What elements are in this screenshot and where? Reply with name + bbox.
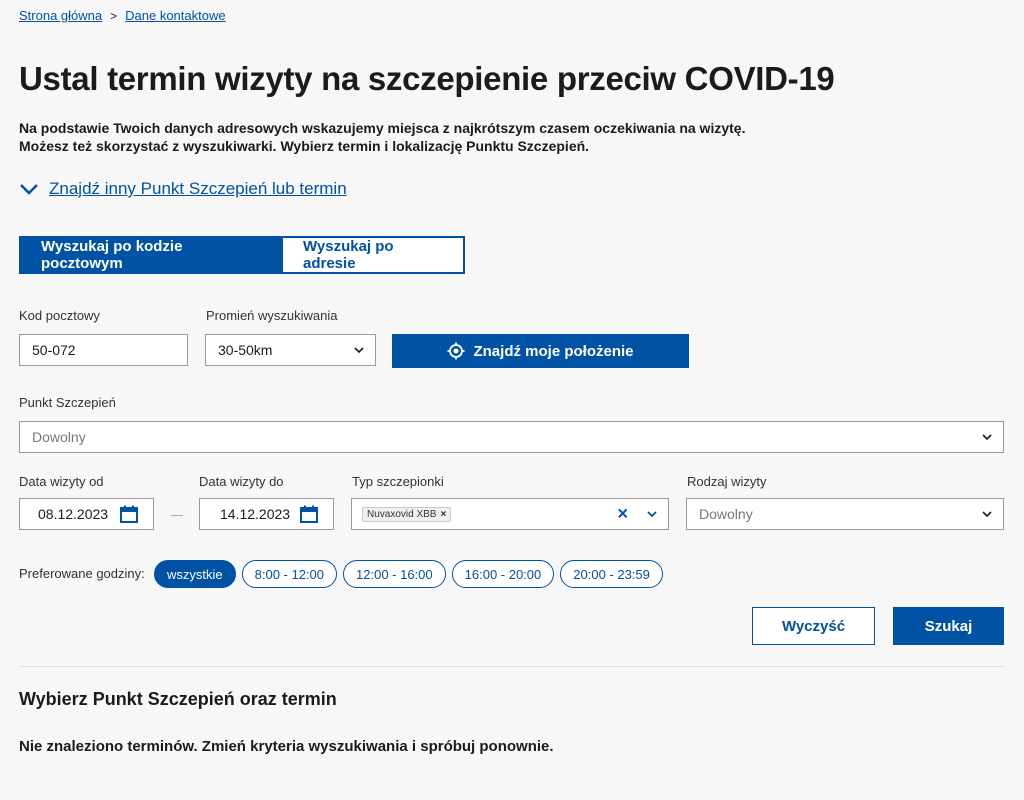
hours-chip-12-16[interactable]: 12:00 - 16:00 <box>343 560 446 588</box>
breadcrumb-home-link[interactable]: Strona główna <box>19 8 102 23</box>
find-my-location-label: Znajdź moje położenie <box>473 342 634 360</box>
date-range-separator <box>171 515 183 516</box>
intro-line-2: Możesz też skorzystać z wyszukiwarki. Wy… <box>19 138 590 154</box>
calendar-icon[interactable] <box>299 504 319 524</box>
calendar-icon[interactable] <box>119 504 139 524</box>
chevron-down-icon[interactable] <box>646 508 658 520</box>
location-target-icon <box>447 342 465 360</box>
radius-select[interactable]: 30-50km <box>205 334 376 366</box>
vaccine-tag: Nuvaxovid XBB × <box>362 506 452 522</box>
preferred-hours-label: Preferowane godziny: <box>19 566 145 581</box>
find-other-point-label: Znajdź inny Punkt Szczepień lub termin <box>49 179 347 198</box>
results-section-title: Wybierz Punkt Szczepień oraz termin <box>19 689 337 709</box>
tab-postal-code[interactable]: Wyszukaj po kodzie pocztowym <box>19 236 281 274</box>
hours-chip-all[interactable]: wszystkie <box>154 560 236 588</box>
radius-value: 30-50km <box>218 342 273 358</box>
breadcrumb: Strona główna > Dane kontaktowe <box>19 8 226 23</box>
breadcrumb-separator: > <box>110 8 118 23</box>
radius-label: Promień wyszukiwania <box>206 308 338 323</box>
hours-chip-20-2359[interactable]: 20:00 - 23:59 <box>560 560 663 588</box>
hours-chip-16-20[interactable]: 16:00 - 20:00 <box>451 560 555 588</box>
clear-icon[interactable]: × <box>617 504 628 525</box>
vaccine-tag-label: Nuvaxovid XBB <box>367 508 437 520</box>
clear-button[interactable]: Wyczyść <box>752 607 875 645</box>
chevron-down-icon <box>19 179 39 199</box>
vaccine-type-select[interactable]: Nuvaxovid XBB × × <box>351 498 669 530</box>
date-from-value: 08.12.2023 <box>38 506 109 522</box>
find-other-point-toggle[interactable]: Znajdź inny Punkt Szczepień lub termin <box>19 179 347 199</box>
search-mode-tabs: Wyszukaj po kodzie pocztowym Wyszukaj po… <box>19 236 465 274</box>
search-button[interactable]: Szukaj <box>893 607 1004 645</box>
vaccination-point-select[interactable]: Dowolny <box>19 421 1004 453</box>
vaccination-point-label: Punkt Szczepień <box>19 395 116 410</box>
find-my-location-button[interactable]: Znajdź moje położenie <box>392 334 689 368</box>
preferred-hours-chips: wszystkie 8:00 - 12:00 12:00 - 16:00 16:… <box>154 560 663 588</box>
breadcrumb-current-link[interactable]: Dane kontaktowe <box>125 8 225 23</box>
section-divider <box>19 666 1005 667</box>
date-to-value: 14.12.2023 <box>220 506 291 522</box>
visit-type-value: Dowolny <box>699 506 753 522</box>
tab-address[interactable]: Wyszukaj po adresie <box>281 236 465 274</box>
postal-code-label: Kod pocztowy <box>19 308 100 323</box>
intro-text: Na podstawie Twoich danych adresowych ws… <box>19 119 745 155</box>
visit-type-label: Rodzaj wizyty <box>687 474 767 489</box>
date-from-input[interactable]: 08.12.2023 <box>19 498 154 530</box>
date-to-label: Data wizyty do <box>199 474 284 489</box>
chevron-down-icon <box>982 434 992 441</box>
vaccine-type-label: Typ szczepionki <box>352 474 444 489</box>
date-to-input[interactable]: 14.12.2023 <box>199 498 334 530</box>
hours-chip-8-12[interactable]: 8:00 - 12:00 <box>241 560 338 588</box>
vaccination-point-value: Dowolny <box>32 429 86 445</box>
postal-code-value: 50-072 <box>32 342 76 358</box>
date-from-label: Data wizyty od <box>19 474 104 489</box>
chevron-down-icon <box>354 347 364 354</box>
no-results-message: Nie znaleziono terminów. Zmień kryteria … <box>19 738 554 755</box>
postal-code-input[interactable]: 50-072 <box>19 334 188 366</box>
intro-line-1: Na podstawie Twoich danych adresowych ws… <box>19 120 746 136</box>
remove-tag-icon[interactable]: × <box>440 509 446 520</box>
visit-type-select[interactable]: Dowolny <box>686 498 1004 530</box>
page-title: Ustal termin wizyty na szczepienie przec… <box>19 60 835 97</box>
chevron-down-icon <box>982 511 992 518</box>
